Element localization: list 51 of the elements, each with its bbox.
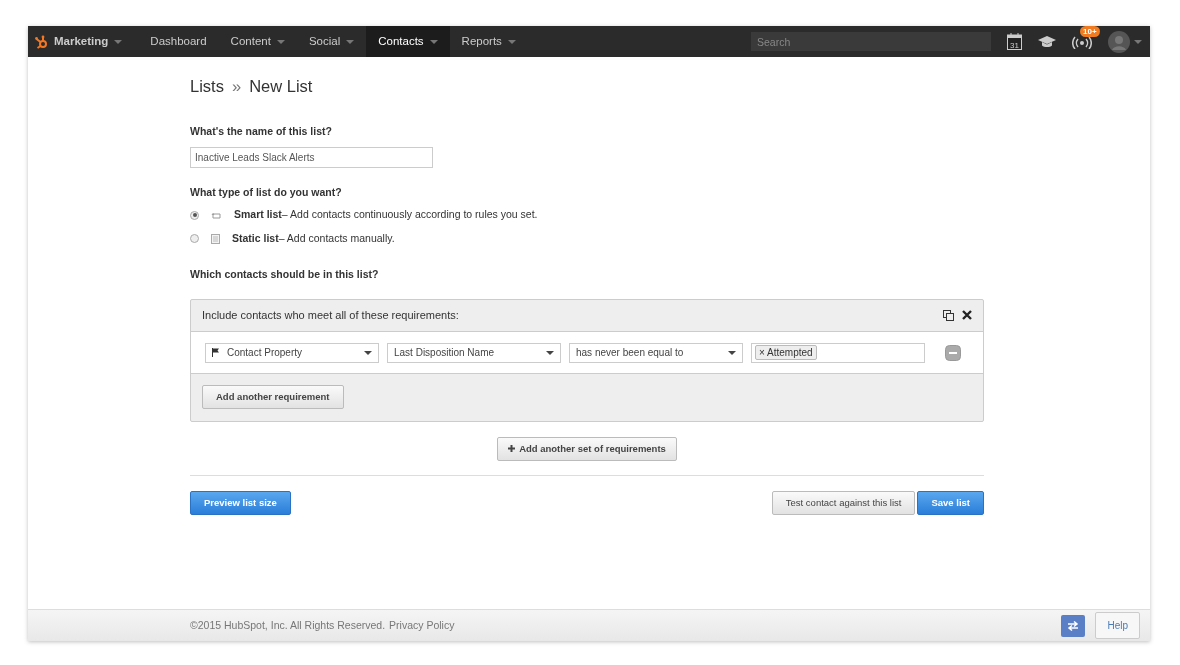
nav-tab[interactable]: Content [218,26,297,57]
notification-badge: 10+ [1080,25,1100,37]
caret-icon [429,39,438,44]
plus-icon [508,445,516,453]
caret-icon [346,39,355,44]
close-icon[interactable] [962,310,972,320]
document-icon [211,234,220,245]
swap-icon[interactable] [1061,614,1086,637]
search-field[interactable]: Search [751,32,991,51]
caret-icon [114,39,123,44]
caret-icon[interactable] [1134,39,1142,44]
breadcrumb-link[interactable]: Lists [190,74,224,99]
copyright-text: ©2015 HubSpot, Inc. All Rights Reserved. [190,617,386,633]
duplicate-icon[interactable] [943,309,954,321]
nav-tab[interactable]: Social [296,26,367,57]
dropdown[interactable]: Contact Property [205,342,379,363]
tag-input-field[interactable]: × Attempted [751,342,925,363]
field-label: What type of list do you want? [190,184,343,200]
option-label: Smart list– Add contacts continuously according to rules you set. [234,207,538,223]
remove-icon[interactable] [945,344,961,361]
calendar-icon[interactable]: 31 [1007,33,1022,50]
privacy-link[interactable]: Privacy Policy [389,617,455,634]
brand-menu[interactable]: Marketing [28,26,139,57]
help-button[interactable]: Help [1095,612,1140,639]
caret-icon [507,39,516,44]
page-title: New List [249,76,313,97]
sprocket-logo-icon [35,34,48,49]
radio-button[interactable] [190,234,199,244]
radio-button[interactable] [190,210,199,220]
nav-tab[interactable]: Dashboard [138,26,219,57]
brand-label: Marketing [54,33,109,49]
field-label: What's the name of this list? [190,123,333,139]
graduation-cap-icon[interactable] [1038,35,1056,48]
breadcrumb-separator: » [231,76,242,97]
add-set-button[interactable]: Add another set of requirements [497,436,677,461]
list-name-field[interactable]: Inactive Leads Slack Alerts [190,146,433,168]
caret-icon [276,39,285,44]
field-label: Which contacts should be in this list? [190,266,380,282]
panel-heading: Include contacts who meet all of these requirements: [202,307,459,323]
test-contact-button[interactable]: Test contact against this list [771,491,916,516]
calendar-day: 31 [1010,40,1019,50]
flag-icon [212,348,219,357]
nav-tab[interactable]: Contacts [366,26,450,57]
dropdown[interactable]: has never been equal to [569,342,743,363]
avatar-icon[interactable] [1108,30,1130,53]
value-tag[interactable]: × Attempted [755,345,817,360]
broadcast-icon[interactable] [1072,34,1092,49]
add-requirement-button[interactable]: Add another requirement [202,384,344,409]
nav-tab[interactable]: Reports [449,26,528,57]
dropdown[interactable]: Last Disposition Name [387,342,561,363]
option-label: Static list– Add contacts manually. [232,231,395,246]
